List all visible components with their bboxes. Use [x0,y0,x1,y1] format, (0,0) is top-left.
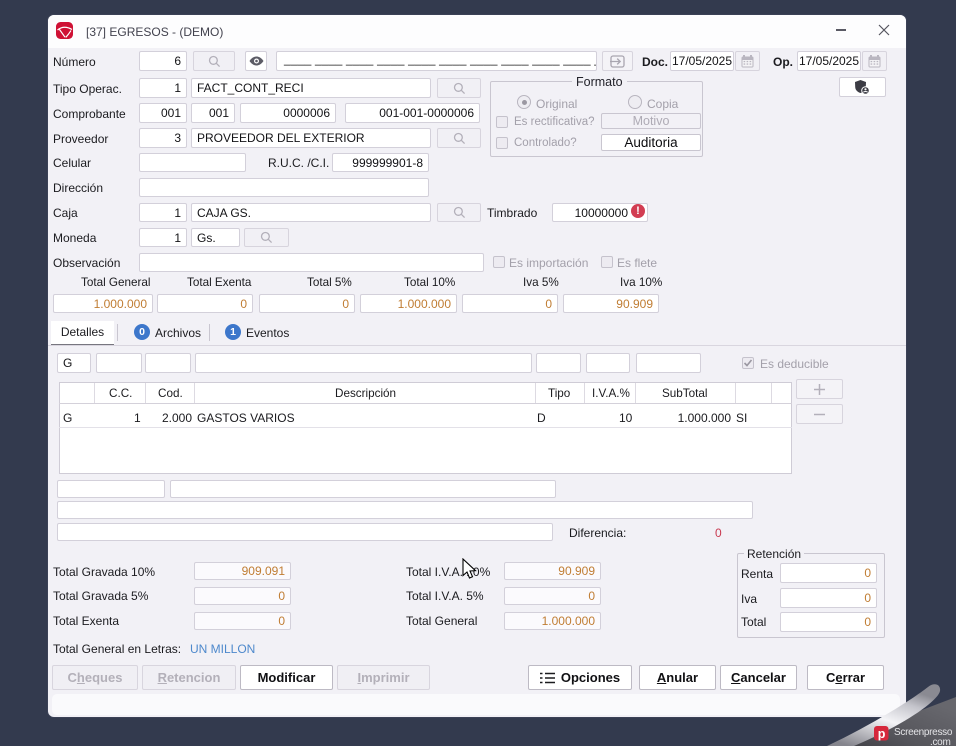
svg-text:.com: .com [930,737,950,746]
svg-text:p: p [878,727,886,741]
